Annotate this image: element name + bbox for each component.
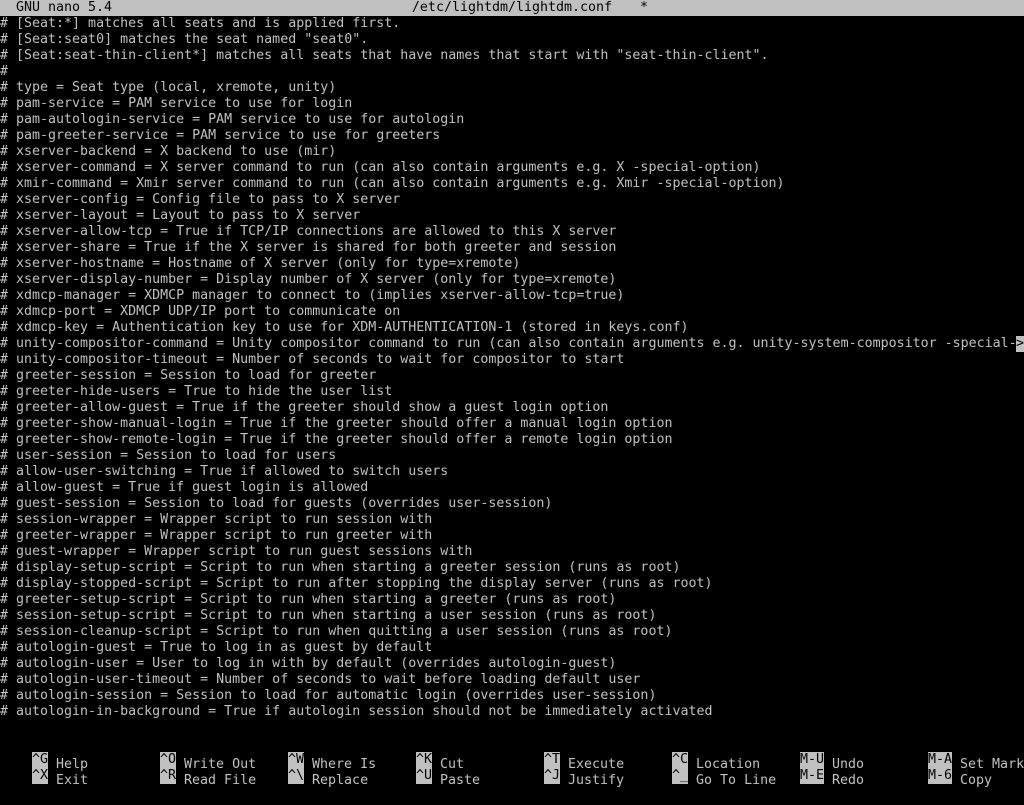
- editor-line[interactable]: # greeter-session = Session to load for …: [0, 368, 1024, 384]
- editor-line[interactable]: #: [0, 64, 1024, 80]
- editor-line[interactable]: # display-setup-script = Script to run w…: [0, 560, 1024, 576]
- editor-line[interactable]: # user-session = Session to load for use…: [0, 448, 1024, 464]
- editor-line[interactable]: # session-wrapper = Wrapper script to ru…: [0, 512, 1024, 528]
- editor-line[interactable]: # greeter-wrapper = Wrapper script to ru…: [0, 528, 1024, 544]
- go-to-line-key: ^_: [672, 768, 689, 784]
- copy-key: M-6: [928, 768, 953, 784]
- editor-line[interactable]: # [Seat:seat-thin-client*] matches all s…: [0, 48, 1024, 64]
- line-overflow-marker: >: [1016, 336, 1024, 352]
- editor-line[interactable]: # greeter-show-manual-login = True if th…: [0, 416, 1024, 432]
- editor-line[interactable]: # greeter-hide-users = True to hide the …: [0, 384, 1024, 400]
- editor-line[interactable]: # greeter-allow-guest = True if the gree…: [0, 400, 1024, 416]
- copy-label: Copy: [960, 773, 993, 788]
- editor-line[interactable]: # xdmcp-key = Authentication key to use …: [0, 320, 1024, 336]
- editor-line[interactable]: # xdmcp-port = XDMCP UDP/IP port to comm…: [0, 304, 1024, 320]
- editor-line[interactable]: # greeter-show-remote-login = True if th…: [0, 432, 1024, 448]
- editor-line[interactable]: # pam-service = PAM service to use for l…: [0, 96, 1024, 112]
- editor-line[interactable]: # unity-compositor-timeout = Number of s…: [0, 352, 1024, 368]
- editor-line[interactable]: # xdmcp-manager = XDMCP manager to conne…: [0, 288, 1024, 304]
- editor-area[interactable]: # [Seat:*] matches all seats and is appl…: [0, 16, 1024, 720]
- shortcut-read-file[interactable]: ^R Read File: [128, 752, 256, 788]
- editor-line[interactable]: # autologin-in-background = True if auto…: [0, 704, 1024, 720]
- editor-line[interactable]: # xserver-share = True if the X server i…: [0, 240, 1024, 256]
- read-file-label: Read File: [184, 773, 257, 788]
- editor-line[interactable]: # allow-guest = True if guest login is a…: [0, 480, 1024, 496]
- shortcut-copy[interactable]: M-6 Copy: [896, 752, 992, 788]
- editor-line[interactable]: # unity-compositor-command = Unity compo…: [0, 336, 1024, 352]
- shortcut-go-to-line[interactable]: ^_ Go To Line: [640, 752, 776, 788]
- file-path: /etc/lightdm/lightdm.conf: [411, 0, 613, 15]
- modified-indicator: *: [640, 0, 649, 15]
- shortcut-help[interactable]: ^G Help: [0, 736, 88, 772]
- editor-line[interactable]: # xserver-command = X server command to …: [0, 160, 1024, 176]
- shortcut-bar: ^G Help ^X Exit ^O Write Out ^R Read File ^W…: [0, 736, 1024, 788]
- replace-label: Replace: [312, 773, 369, 788]
- editor-line[interactable]: # autologin-session = Session to load fo…: [0, 688, 1024, 704]
- editor-line[interactable]: # pam-autologin-service = PAM service to…: [0, 112, 1024, 128]
- shortcut-execute[interactable]: ^T Execute: [512, 736, 624, 772]
- shortcut-set-mark[interactable]: M-A Set Mark: [896, 736, 1024, 772]
- editor-line[interactable]: # xmir-command = Xmir server command to …: [0, 176, 1024, 192]
- editor-line[interactable]: # guest-wrapper = Wrapper script to run …: [0, 544, 1024, 560]
- shortcut-write-out[interactable]: ^O Write Out: [128, 736, 256, 772]
- editor-line[interactable]: # session-cleanup-script = Script to run…: [0, 624, 1024, 640]
- shortcut-redo[interactable]: M-E Redo: [768, 752, 864, 788]
- editor-line[interactable]: # xserver-display-number = Display numbe…: [0, 272, 1024, 288]
- replace-key: ^\: [288, 768, 305, 784]
- justify-key: ^J: [544, 768, 561, 784]
- editor-line[interactable]: # xserver-allow-tcp = True if TCP/IP con…: [0, 224, 1024, 240]
- shortcut-justify[interactable]: ^J Justify: [512, 752, 624, 788]
- editor-line[interactable]: # [Seat:seat0] matches the seat named "s…: [0, 32, 1024, 48]
- editor-line[interactable]: # autologin-user = User to log in with b…: [0, 656, 1024, 672]
- editor-line[interactable]: # xserver-layout = Layout to pass to X s…: [0, 208, 1024, 224]
- paste-key: ^U: [416, 768, 433, 784]
- shortcut-paste[interactable]: ^U Paste: [384, 752, 480, 788]
- editor-line[interactable]: # session-setup-script = Script to run w…: [0, 608, 1024, 624]
- shortcut-cut[interactable]: ^K Cut: [384, 736, 464, 772]
- editor-line[interactable]: # xserver-backend = X backend to use (mi…: [0, 144, 1024, 160]
- editor-line[interactable]: # greeter-setup-script = Script to run w…: [0, 592, 1024, 608]
- editor-line[interactable]: # xserver-hostname = Hostname of X serve…: [0, 256, 1024, 272]
- editor-line[interactable]: # display-stopped-script = Script to run…: [0, 576, 1024, 592]
- redo-key: M-E: [800, 768, 825, 784]
- editor-line[interactable]: # [Seat:*] matches all seats and is appl…: [0, 16, 1024, 32]
- justify-label: Justify: [568, 773, 625, 788]
- shortcut-replace[interactable]: ^\ Replace: [256, 752, 368, 788]
- go-to-line-label: Go To Line: [696, 773, 777, 788]
- editor-line[interactable]: # allow-user-switching = True if allowed…: [0, 464, 1024, 480]
- shortcut-undo[interactable]: M-U Undo: [768, 736, 864, 772]
- read-file-key: ^R: [160, 768, 177, 784]
- redo-label: Redo: [832, 773, 865, 788]
- editor-line[interactable]: # guest-session = Session to load for gu…: [0, 496, 1024, 512]
- editor-line[interactable]: # xserver-config = Config file to pass t…: [0, 192, 1024, 208]
- title-bar: GNU nano 5.4 /etc/lightdm/lightdm.conf *: [0, 0, 1024, 16]
- editor-line[interactable]: # autologin-user-timeout = Number of sec…: [0, 672, 1024, 688]
- editor-line[interactable]: # type = Seat type (local, xremote, unit…: [0, 80, 1024, 96]
- paste-label: Paste: [440, 773, 481, 788]
- editor-line[interactable]: # pam-greeter-service = PAM service to u…: [0, 128, 1024, 144]
- shortcut-location[interactable]: ^C Location: [640, 736, 760, 772]
- shortcut-exit[interactable]: ^X Exit: [0, 752, 88, 788]
- shortcut-where-is[interactable]: ^W Where Is: [256, 736, 376, 772]
- editor-line[interactable]: # autologin-guest = True to log in as gu…: [0, 640, 1024, 656]
- exit-label: Exit: [56, 773, 89, 788]
- exit-key: ^X: [32, 768, 49, 784]
